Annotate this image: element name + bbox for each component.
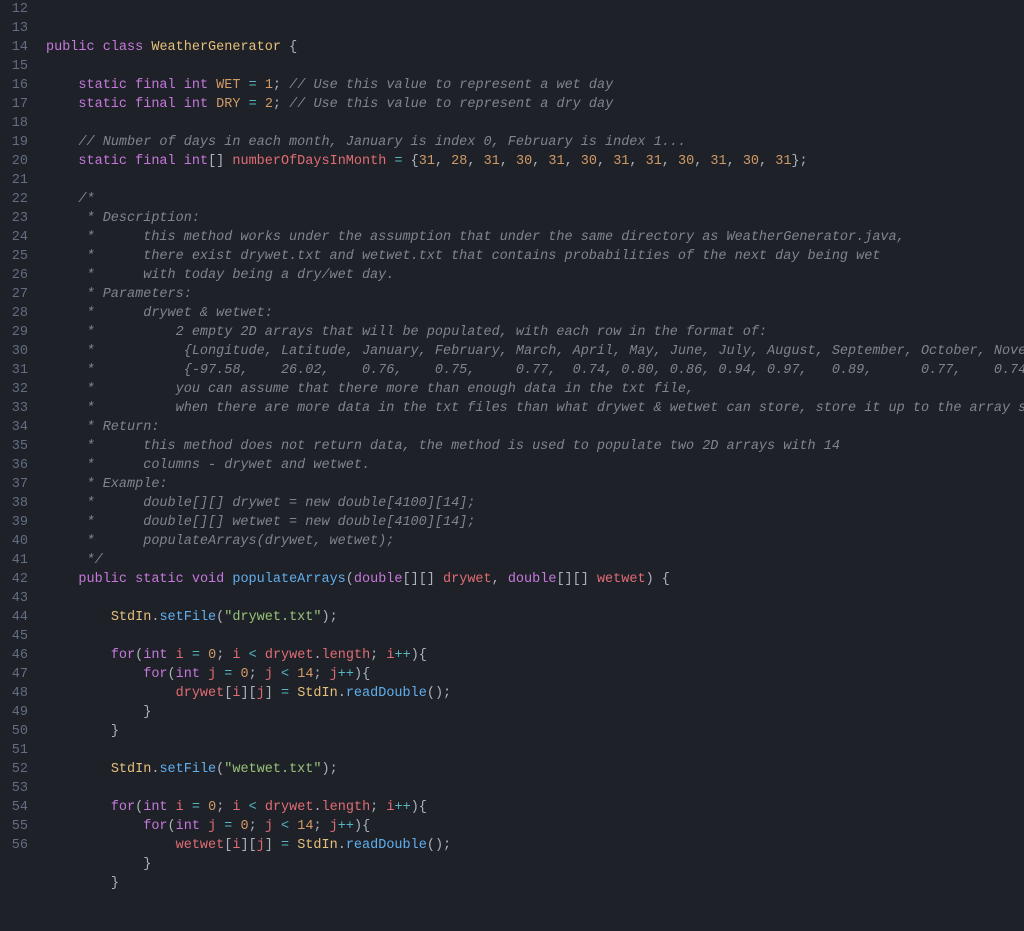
line-number: 13 [8, 19, 28, 38]
code-line[interactable]: * this method does not return data, the … [46, 437, 1024, 456]
code-line[interactable]: */ [46, 551, 1024, 570]
line-gutter: 1213141516171819202122232425262728293031… [0, 0, 46, 861]
code-line[interactable]: for(int j = 0; j < 14; j++){ [46, 665, 1024, 684]
code-line[interactable]: static final int WET = 1; // Use this va… [46, 76, 1024, 95]
code-line[interactable]: * with today being a dry/wet day. [46, 266, 1024, 285]
line-number: 29 [8, 323, 28, 342]
line-number: 54 [8, 798, 28, 817]
code-line[interactable]: for(int j = 0; j < 14; j++){ [46, 817, 1024, 836]
code-line[interactable]: for(int i = 0; i < drywet.length; i++){ [46, 798, 1024, 817]
code-line[interactable]: static final int DRY = 2; // Use this va… [46, 95, 1024, 114]
line-number: 15 [8, 57, 28, 76]
line-number: 43 [8, 589, 28, 608]
line-number: 26 [8, 266, 28, 285]
code-line[interactable]: * Example: [46, 475, 1024, 494]
code-line[interactable]: * {-97.58, 26.02, 0.76, 0.75, 0.77, 0.74… [46, 361, 1024, 380]
line-number: 48 [8, 684, 28, 703]
code-area[interactable]: public class WeatherGenerator { static f… [46, 0, 1024, 861]
line-number: 37 [8, 475, 28, 494]
code-line[interactable] [46, 779, 1024, 798]
line-number: 18 [8, 114, 28, 133]
line-number: 34 [8, 418, 28, 437]
line-number: 50 [8, 722, 28, 741]
line-number: 42 [8, 570, 28, 589]
line-number: 45 [8, 627, 28, 646]
line-number: 19 [8, 133, 28, 152]
line-number: 41 [8, 551, 28, 570]
code-line[interactable]: * this method works under the assumption… [46, 228, 1024, 247]
line-number: 47 [8, 665, 28, 684]
line-number: 56 [8, 836, 28, 855]
line-number: 23 [8, 209, 28, 228]
line-number: 31 [8, 361, 28, 380]
line-number: 21 [8, 171, 28, 190]
line-number: 33 [8, 399, 28, 418]
line-number: 30 [8, 342, 28, 361]
line-number: 16 [8, 76, 28, 95]
code-line[interactable]: /* [46, 190, 1024, 209]
line-number: 32 [8, 380, 28, 399]
line-number: 36 [8, 456, 28, 475]
code-editor[interactable]: 1213141516171819202122232425262728293031… [0, 0, 1024, 861]
code-line[interactable]: // Number of days in each month, January… [46, 133, 1024, 152]
code-line[interactable]: StdIn.setFile("wetwet.txt"); [46, 760, 1024, 779]
line-number: 20 [8, 152, 28, 171]
line-number: 51 [8, 741, 28, 760]
code-line[interactable]: * double[][] wetwet = new double[4100][1… [46, 513, 1024, 532]
code-line[interactable] [46, 114, 1024, 133]
code-line[interactable]: } [46, 874, 1024, 893]
code-line[interactable]: for(int i = 0; i < drywet.length; i++){ [46, 646, 1024, 665]
line-number: 12 [8, 0, 28, 19]
line-number: 49 [8, 703, 28, 722]
line-number: 46 [8, 646, 28, 665]
line-number: 39 [8, 513, 28, 532]
code-line[interactable] [46, 741, 1024, 760]
code-line[interactable]: } [46, 722, 1024, 741]
code-line[interactable]: * Description: [46, 209, 1024, 228]
code-line[interactable]: * 2 empty 2D arrays that will be populat… [46, 323, 1024, 342]
line-number: 40 [8, 532, 28, 551]
code-line[interactable]: wetwet[i][j] = StdIn.readDouble(); [46, 836, 1024, 855]
line-number: 52 [8, 760, 28, 779]
code-line[interactable]: public static void populateArrays(double… [46, 570, 1024, 589]
code-line[interactable]: } [46, 855, 1024, 874]
code-line[interactable]: * double[][] drywet = new double[4100][1… [46, 494, 1024, 513]
line-number: 35 [8, 437, 28, 456]
code-line[interactable] [46, 589, 1024, 608]
code-line[interactable]: StdIn.setFile("drywet.txt"); [46, 608, 1024, 627]
line-number: 17 [8, 95, 28, 114]
code-line[interactable]: * {Longitude, Latitude, January, Februar… [46, 342, 1024, 361]
code-line[interactable] [46, 627, 1024, 646]
code-line[interactable]: } [46, 703, 1024, 722]
line-number: 14 [8, 38, 28, 57]
code-line[interactable]: * there exist drywet.txt and wetwet.txt … [46, 247, 1024, 266]
code-line[interactable]: * drywet & wetwet: [46, 304, 1024, 323]
code-line[interactable]: public class WeatherGenerator { [46, 38, 1024, 57]
line-number: 25 [8, 247, 28, 266]
code-line[interactable] [46, 171, 1024, 190]
code-line[interactable]: * when there are more data in the txt fi… [46, 399, 1024, 418]
line-number: 24 [8, 228, 28, 247]
code-line[interactable] [46, 57, 1024, 76]
code-line[interactable]: drywet[i][j] = StdIn.readDouble(); [46, 684, 1024, 703]
line-number: 38 [8, 494, 28, 513]
code-line[interactable]: * you can assume that there more than en… [46, 380, 1024, 399]
code-line[interactable]: static final int[] numberOfDaysInMonth =… [46, 152, 1024, 171]
line-number: 55 [8, 817, 28, 836]
line-number: 27 [8, 285, 28, 304]
line-number: 44 [8, 608, 28, 627]
code-line[interactable]: * populateArrays(drywet, wetwet); [46, 532, 1024, 551]
code-line[interactable]: * columns - drywet and wetwet. [46, 456, 1024, 475]
line-number: 53 [8, 779, 28, 798]
line-number: 28 [8, 304, 28, 323]
code-line[interactable]: * Return: [46, 418, 1024, 437]
code-line[interactable]: * Parameters: [46, 285, 1024, 304]
line-number: 22 [8, 190, 28, 209]
